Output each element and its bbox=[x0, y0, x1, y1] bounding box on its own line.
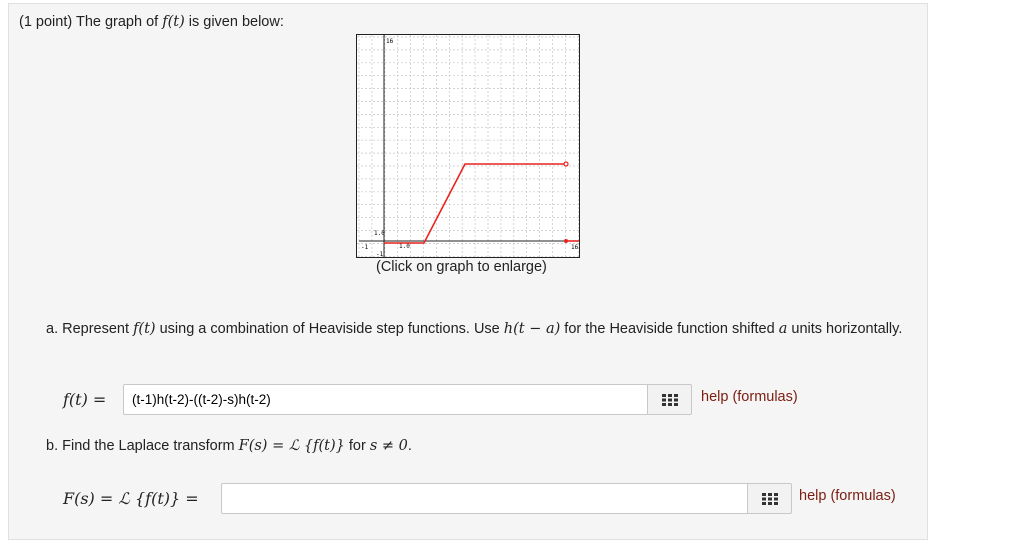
laplace-formula: F(s) = ℒ {f(t)} bbox=[238, 438, 345, 454]
graph-canvas: 16 1.0 1.0 -1 16 -1 bbox=[357, 35, 579, 257]
part-a-function: f(t) bbox=[133, 321, 156, 337]
intro-suffix: is given below: bbox=[184, 14, 284, 30]
palette-grid-icon bbox=[761, 492, 778, 505]
problem-container: (1 point) The graph of f(t) is given bel… bbox=[8, 3, 928, 540]
intro-function: f(t) bbox=[162, 14, 185, 30]
y-max-label: 16 bbox=[386, 38, 394, 45]
graph-grid bbox=[357, 35, 579, 257]
open-endpoint bbox=[563, 161, 569, 167]
x-tick-label: 1.0 bbox=[399, 243, 410, 250]
problem-intro: (1 point) The graph of f(t) is given bel… bbox=[19, 14, 284, 30]
x-min-label: -1 bbox=[361, 244, 369, 251]
part-a-middle: using a combination of Heaviside step fu… bbox=[155, 321, 504, 337]
y-tick-label: 1.0 bbox=[374, 230, 385, 237]
palette-grid-icon bbox=[661, 393, 678, 406]
closed-endpoint bbox=[564, 239, 568, 243]
equation-palette-button-a[interactable] bbox=[648, 384, 692, 415]
x-max-label: 16 bbox=[571, 244, 579, 251]
answer-a-input[interactable] bbox=[123, 384, 648, 415]
graph-caption: (Click on graph to enlarge) bbox=[376, 259, 547, 275]
heaviside-notation: h(t − a) bbox=[503, 321, 561, 337]
part-a-prefix: a. Represent bbox=[46, 321, 134, 337]
y-min-label: -1 bbox=[376, 251, 384, 257]
part-a-prompt: a. Represent f(t) using a combination of… bbox=[46, 318, 906, 340]
part-b-middle: for bbox=[344, 438, 370, 454]
answer-b-label: F(s) = ℒ {f(t)} = bbox=[63, 489, 199, 508]
equation-palette-button-b[interactable] bbox=[748, 483, 792, 514]
part-a-suffix: units horizontally. bbox=[787, 321, 903, 337]
s-condition: s ≠ 0 bbox=[369, 438, 408, 454]
answer-b-input[interactable] bbox=[221, 483, 748, 514]
part-b-prompt: b. Find the Laplace transform F(s) = ℒ {… bbox=[46, 438, 412, 454]
help-formulas-link-b[interactable]: help (formulas) bbox=[799, 488, 896, 504]
part-b-suffix: . bbox=[407, 438, 412, 454]
part-a-middle2: for the Heaviside function shifted bbox=[560, 321, 779, 337]
intro-prefix: (1 point) The graph of bbox=[19, 14, 163, 30]
function-graph[interactable]: 16 1.0 1.0 -1 16 -1 bbox=[356, 34, 580, 258]
part-b-prefix: b. Find the Laplace transform bbox=[46, 438, 239, 454]
help-formulas-link-a[interactable]: help (formulas) bbox=[701, 389, 798, 405]
answer-a-label: f(t) = bbox=[63, 390, 107, 409]
